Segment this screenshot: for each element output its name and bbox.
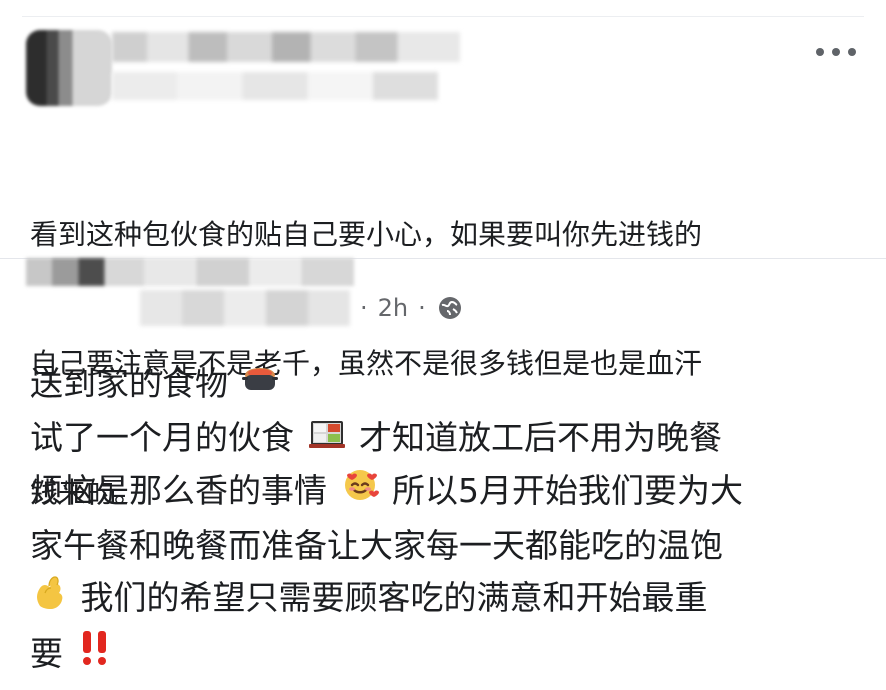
post-time[interactable]: 2h: [378, 294, 408, 322]
dot-1: [816, 48, 824, 56]
blurred-commenter-name: [112, 32, 460, 62]
post-text: 烦恼是那么香的事情: [30, 471, 327, 510]
smiling-face-with-hearts-icon: [340, 465, 380, 520]
pinching-hand-icon: [32, 572, 68, 627]
dot-2: [832, 48, 840, 56]
post-meta: · 2h ·: [360, 290, 464, 326]
post-line-2: 试了一个月的伙食 才知道放工后不用为晚餐: [30, 412, 856, 466]
blurred-poster-name[interactable]: [26, 258, 354, 286]
post-body: 送到家的食物 试了一个月的伙食 才知道放工后不用为晚餐 烦恼是那么香的事情 所以…: [30, 358, 856, 684]
post-line-5: 我们的希望只需要顾客吃的满意和开始最重: [30, 572, 856, 627]
blurred-comment-meta: [112, 72, 438, 100]
blurred-avatar: [26, 30, 112, 106]
post-text: 要: [30, 634, 63, 673]
post-text: 我们的希望只需要顾客吃的满意和开始最重: [80, 578, 708, 617]
divider: [22, 16, 864, 17]
pot-of-food-icon: [241, 360, 279, 412]
bento-box-icon: [307, 413, 347, 465]
more-horizontal-icon[interactable]: [816, 42, 856, 62]
meta-separator: ·: [360, 294, 368, 322]
post-line-4: 家午餐和晚餐而准备让大家每一天都能吃的温饱: [30, 520, 856, 572]
post-text: 所以5月开始我们要为大: [392, 471, 743, 510]
meta-separator: ·: [418, 294, 426, 322]
double-exclamation-icon: [76, 627, 114, 684]
comment-card: 看到这种包伙食的贴自己要小心，如果要叫你先进钱的 自己要注意是不是老千，虽然不是…: [0, 0, 886, 509]
post-text: 家午餐和晚餐而准备让大家每一天都能吃的温饱: [30, 526, 723, 565]
dot-3: [848, 48, 856, 56]
post-text: 才知道放工后不用为晚餐: [359, 417, 722, 457]
post-text: 试了一个月的伙食: [30, 417, 294, 457]
post-line-1: 送到家的食物: [30, 358, 856, 412]
post-line-3: 烦恼是那么香的事情 所以5月开始我们要为大: [30, 465, 856, 520]
post-line-6: 要: [30, 627, 856, 684]
globe-icon[interactable]: [436, 294, 464, 322]
blurred-poster-meta: [140, 290, 350, 326]
comment-line: 看到这种包伙食的贴自己要小心，如果要叫你先进钱的: [30, 218, 703, 251]
post-text: 送到家的食物: [30, 364, 228, 403]
